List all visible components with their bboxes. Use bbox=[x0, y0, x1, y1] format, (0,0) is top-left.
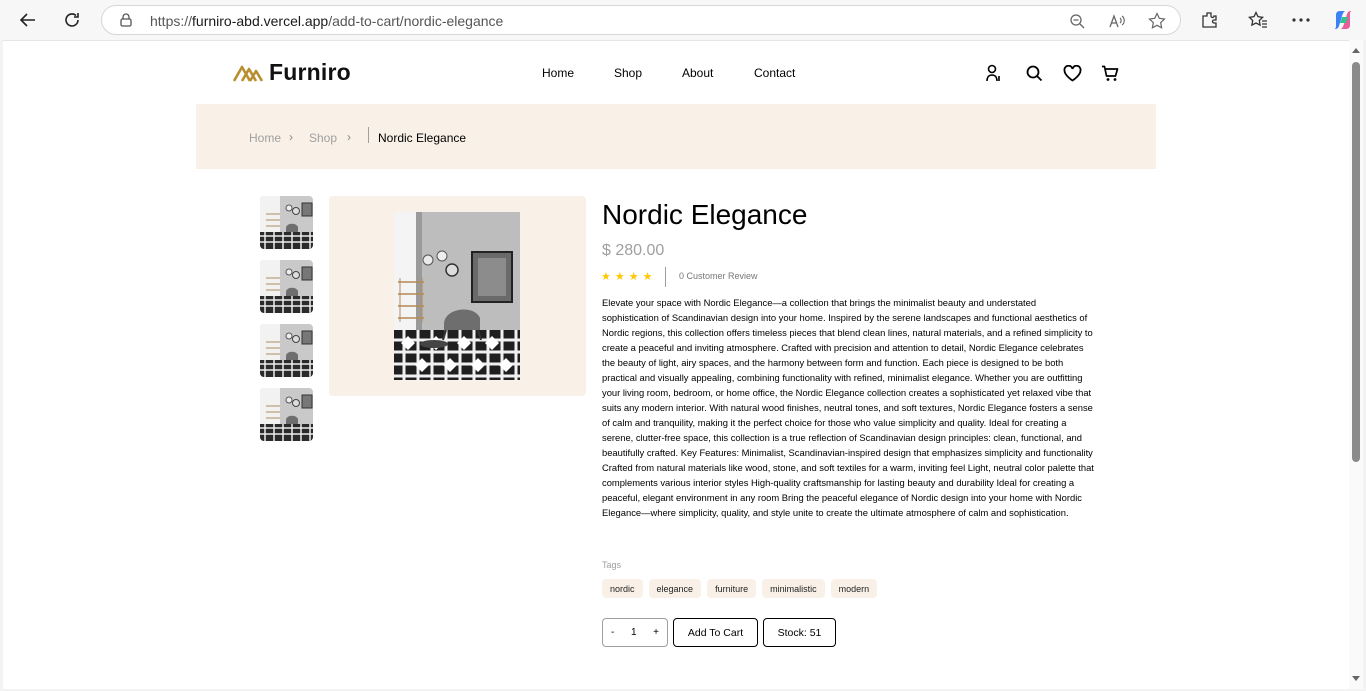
product-title: Nordic Elegance bbox=[602, 199, 808, 230]
breadcrumb: Home › Shop › Nordic Elegance bbox=[196, 104, 1156, 169]
zoom-out-icon[interactable] bbox=[1068, 12, 1086, 30]
breadcrumb-divider bbox=[368, 127, 369, 143]
product-main-image bbox=[394, 212, 520, 380]
breadcrumb-shop[interactable]: Shop bbox=[309, 131, 337, 145]
breadcrumb-current: Nordic Elegance bbox=[378, 131, 467, 145]
quantity-decrease-button[interactable]: - bbox=[611, 627, 614, 638]
page-viewport: Furniro Home Shop About Contact Home › S… bbox=[3, 40, 1349, 689]
chevron-right-icon: › bbox=[289, 130, 293, 144]
wishlist-heart-icon[interactable] bbox=[1062, 63, 1082, 83]
url-text: https://furniro-abd.vercel.app/add-to-ca… bbox=[150, 13, 504, 29]
tag-chip[interactable]: minimalistic bbox=[762, 579, 825, 598]
nav-about[interactable]: About bbox=[682, 66, 713, 80]
page-scrollbar[interactable] bbox=[1349, 40, 1363, 689]
scroll-down-icon[interactable] bbox=[1352, 676, 1360, 681]
tag-chip[interactable]: nordic bbox=[602, 579, 643, 598]
breadcrumb-home[interactable]: Home bbox=[249, 131, 281, 145]
logo-text: Furniro bbox=[269, 59, 351, 85]
quantity-increase-button[interactable]: + bbox=[653, 627, 659, 638]
scrollbar-thumb[interactable] bbox=[1352, 62, 1360, 462]
product-thumbnail[interactable] bbox=[260, 260, 313, 313]
add-to-cart-button[interactable]: Add To Cart bbox=[673, 618, 758, 647]
customer-review-count: 0 Customer Review bbox=[679, 271, 758, 281]
rating-stars: ★★★★ bbox=[601, 271, 657, 283]
logo[interactable]: Furniro bbox=[233, 59, 351, 86]
extensions-icon[interactable] bbox=[1198, 9, 1220, 31]
quantity-stepper: - 1 + bbox=[602, 618, 668, 647]
rating-divider bbox=[665, 267, 666, 287]
scroll-up-icon[interactable] bbox=[1352, 48, 1360, 53]
refresh-icon[interactable] bbox=[60, 8, 84, 32]
tag-chip[interactable]: elegance bbox=[648, 579, 702, 598]
cart-icon[interactable] bbox=[1100, 63, 1120, 83]
product-description: Elevate your space with Nordic Elegance—… bbox=[602, 297, 1094, 518]
read-aloud-icon[interactable] bbox=[1108, 12, 1126, 30]
nav-shop[interactable]: Shop bbox=[614, 66, 642, 80]
copilot-icon[interactable] bbox=[1332, 9, 1354, 31]
product-thumbnail[interactable] bbox=[260, 324, 313, 377]
tag-chip[interactable]: modern bbox=[830, 579, 878, 598]
product-thumbnail[interactable] bbox=[260, 196, 313, 249]
nav-home[interactable]: Home bbox=[542, 66, 574, 80]
nav-contact[interactable]: Contact bbox=[754, 66, 795, 80]
address-bar[interactable]: https://furniro-abd.vercel.app/add-to-ca… bbox=[101, 5, 1181, 35]
back-icon[interactable] bbox=[16, 8, 40, 32]
search-icon[interactable] bbox=[1024, 63, 1044, 83]
lock-icon bbox=[120, 13, 132, 32]
chevron-right-icon: › bbox=[347, 130, 351, 144]
more-options-icon[interactable] bbox=[1290, 9, 1312, 31]
tag-list: nordic elegance furniture minimalistic m… bbox=[602, 579, 878, 598]
quantity-value[interactable]: 1 bbox=[631, 627, 637, 638]
product-price: $ 280.00 bbox=[602, 242, 665, 259]
browser-toolbar: https://furniro-abd.vercel.app/add-to-ca… bbox=[0, 0, 1366, 40]
favorite-star-icon[interactable] bbox=[1148, 12, 1166, 30]
furniro-logo-icon bbox=[233, 65, 263, 82]
favorites-icon[interactable] bbox=[1247, 9, 1269, 31]
tags-label: Tags bbox=[602, 560, 622, 570]
stock-button[interactable]: Stock: 51 bbox=[763, 618, 836, 647]
product-thumbnail[interactable] bbox=[260, 388, 313, 441]
tag-chip[interactable]: furniture bbox=[707, 579, 757, 598]
main-image-panel bbox=[329, 196, 586, 396]
account-icon[interactable] bbox=[984, 63, 1004, 83]
